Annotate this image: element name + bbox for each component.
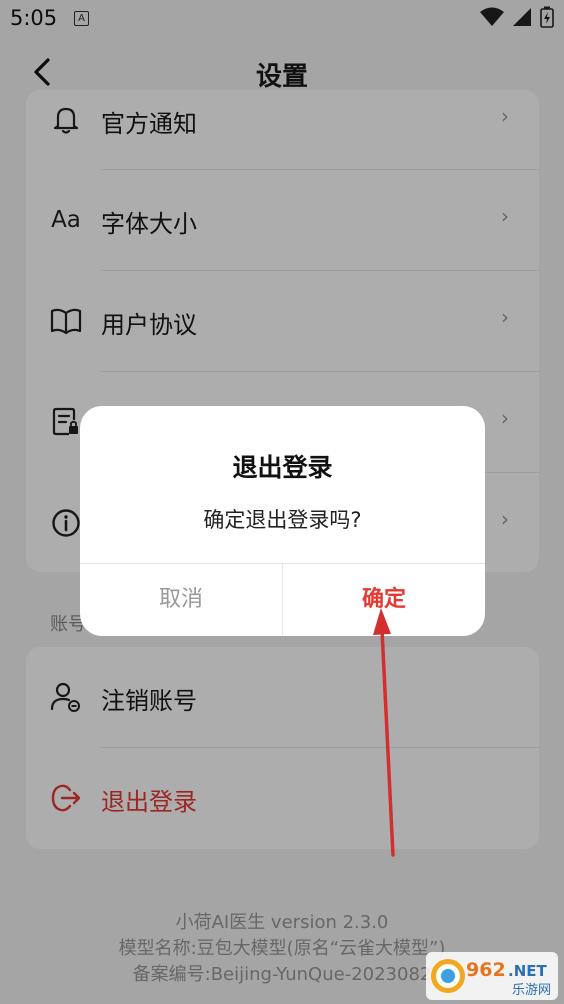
watermark-domain: .NET xyxy=(508,962,547,980)
watermark-brand: 962 xyxy=(466,959,506,981)
dialog-title: 退出登录 xyxy=(232,453,333,482)
cancel-button[interactable]: 取消 xyxy=(80,563,282,636)
confirm-button[interactable]: 确定 xyxy=(283,563,485,636)
dialog-message: 确定退出登录吗? xyxy=(203,508,362,532)
logout-dialog: 退出登录 确定退出登录吗? 取消 确定 xyxy=(80,406,485,636)
watermark-site: 乐游网 xyxy=(512,983,551,998)
site-watermark-logo: 962 .NET 乐游网 xyxy=(426,952,558,1000)
